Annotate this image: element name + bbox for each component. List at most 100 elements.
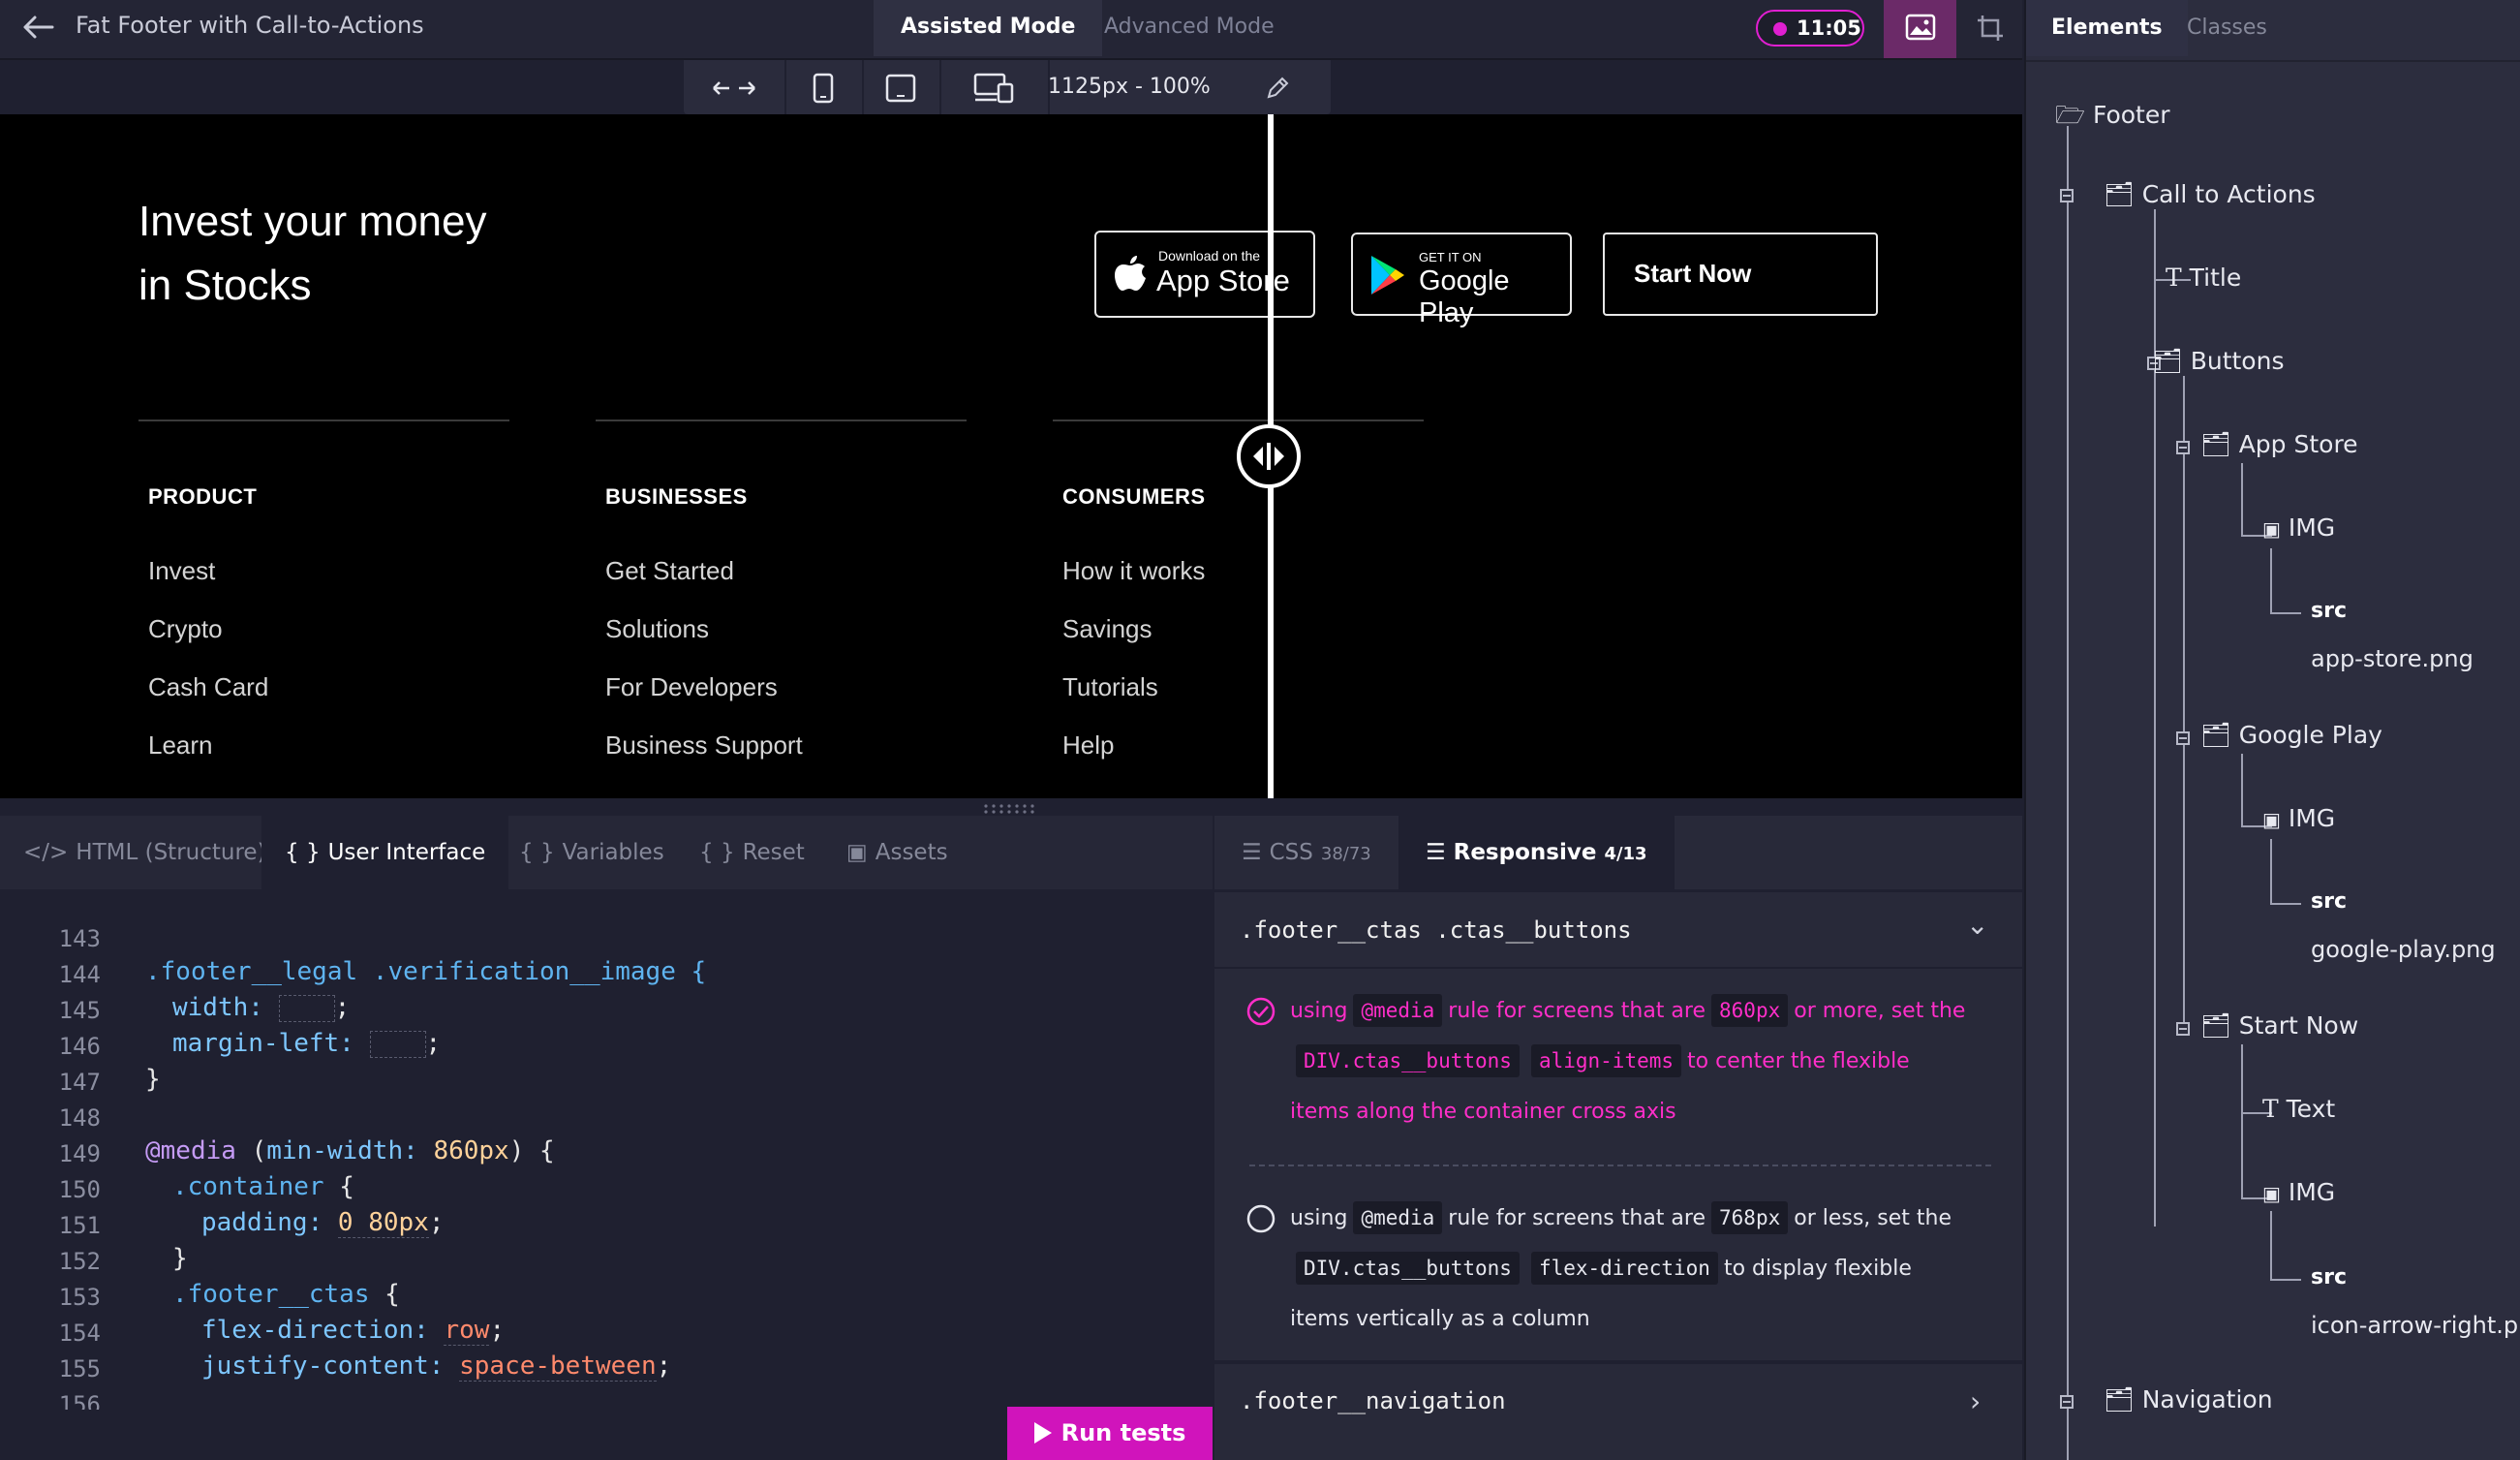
resize-arrows-icon[interactable] xyxy=(684,60,786,114)
footer-link[interactable]: Get Started xyxy=(605,556,734,586)
collapse-toggle[interactable] xyxy=(2176,731,2190,745)
tree-node-label: Google Play xyxy=(2238,721,2382,749)
tab-responsive-tests[interactable]: ☰ Responsive 4/13 xyxy=(1398,816,1675,889)
tree-node-buttons[interactable]: 🗂 Buttons xyxy=(2152,347,2284,376)
code-chip: @media xyxy=(1353,1201,1443,1234)
google-play-small-text: GET IT ON xyxy=(1419,250,1482,264)
test-text: or less, set the xyxy=(1794,1206,1952,1230)
tree-node-label: Buttons xyxy=(2190,347,2285,375)
footer-link[interactable]: Invest xyxy=(148,556,215,586)
line-number: 153 xyxy=(58,1284,101,1311)
responsive-devices-icon[interactable] xyxy=(939,60,1050,114)
line-number: 145 xyxy=(58,997,101,1024)
chevron-right-icon[interactable]: › xyxy=(1970,1385,1981,1417)
rule-group-header[interactable]: .footer__navigation xyxy=(1240,1387,1506,1414)
tab-user-interface[interactable]: { } User Interface xyxy=(261,816,509,889)
pencil-icon[interactable] xyxy=(1265,60,1290,114)
footer-link[interactable]: How it works xyxy=(1062,556,1205,586)
code-icon: </> xyxy=(23,840,69,865)
css-property: min-width: xyxy=(266,1136,418,1165)
back-arrow-icon[interactable] xyxy=(19,8,58,55)
empty-value-slot[interactable] xyxy=(369,1030,426,1058)
collapse-toggle[interactable] xyxy=(2060,1395,2074,1409)
tree-node-call-to-actions[interactable]: 🗂 Call to Actions xyxy=(2104,180,2316,209)
tree-node-img[interactable]: ▣ IMG xyxy=(2262,804,2335,832)
tree-line xyxy=(2270,903,2301,905)
tests-panel: ☰ CSS 38/73 ☰ Responsive 4/13 .footer__ctas … xyxy=(1214,816,2022,1460)
tree-node-label: Title xyxy=(2189,264,2242,292)
elements-sidebar: Elements Classes 🗁 Footer 🗂 Call to Acti… xyxy=(2024,0,2520,1460)
chevron-down-icon[interactable]: ⌄ xyxy=(1966,909,1988,941)
timer-badge: 11:05 xyxy=(1756,10,1864,47)
run-tests-button[interactable]: Run tests xyxy=(1007,1407,1213,1460)
tab-html-structure[interactable]: </> HTML (Structure) xyxy=(0,816,290,889)
crop-button[interactable] xyxy=(1966,0,2014,58)
list-icon: ☰ xyxy=(1242,840,1262,865)
google-play-icon xyxy=(1371,256,1404,295)
collapse-toggle[interactable] xyxy=(2176,441,2190,454)
code-line: .footer__ctas { xyxy=(172,1280,400,1309)
tab-label: CSS xyxy=(1269,840,1313,865)
tab-assisted-mode[interactable]: Assisted Mode xyxy=(874,0,1103,56)
footer-link[interactable]: Help xyxy=(1062,730,1114,761)
footer-link[interactable]: Cash Card xyxy=(148,672,268,702)
attr-value[interactable]: google-play.png xyxy=(2311,936,2496,963)
image-view-button[interactable] xyxy=(1884,0,1956,58)
divider xyxy=(1214,967,2022,969)
tree-node-img[interactable]: ▣ IMG xyxy=(2262,1178,2335,1206)
line-number: 147 xyxy=(58,1069,101,1096)
collapse-toggle[interactable] xyxy=(2060,189,2074,202)
line-number: 148 xyxy=(58,1104,101,1132)
css-property: width: xyxy=(172,993,263,1022)
tree-node-app-store[interactable]: 🗂 App Store xyxy=(2200,430,2358,459)
footer-link[interactable]: Tutorials xyxy=(1062,672,1158,702)
tab-css-tests[interactable]: ☰ CSS 38/73 xyxy=(1214,816,1398,889)
tree-node-label: Start Now xyxy=(2238,1011,2359,1040)
tab-classes[interactable]: Classes xyxy=(2162,0,2292,56)
tablet-icon[interactable] xyxy=(862,60,941,114)
empty-value-slot[interactable] xyxy=(278,994,335,1022)
google-play-button[interactable]: GET IT ON Google Play xyxy=(1351,233,1572,328)
tree-line xyxy=(2270,1211,2272,1281)
footer-link[interactable]: Crypto xyxy=(148,614,223,644)
tab-reset[interactable]: { } Reset xyxy=(676,816,828,889)
tree-line xyxy=(2183,376,2185,1031)
attr-value[interactable]: icon-arrow-right.png xyxy=(2311,1312,2520,1339)
tree-node-img[interactable]: ▣ IMG xyxy=(2262,513,2335,542)
tree-node-google-play[interactable]: 🗂 Google Play xyxy=(2200,721,2382,750)
tab-advanced-mode[interactable]: Advanced Mode xyxy=(1077,0,1302,56)
footer-link[interactable]: Learn xyxy=(148,730,213,761)
line-number: 144 xyxy=(58,961,101,988)
timer-value: 11:05 xyxy=(1797,16,1861,40)
code-chip: DIV.ctas__buttons xyxy=(1296,1252,1520,1285)
tab-variables[interactable]: { } Variables xyxy=(496,816,688,889)
tree-node-start-now[interactable]: 🗂 Start Now xyxy=(2200,1011,2358,1041)
tree-node-text[interactable]: T Text xyxy=(2262,1095,2335,1123)
css-selector: .footer__ctas xyxy=(172,1280,370,1309)
app-store-button[interactable]: Download on the App Store xyxy=(1094,231,1315,318)
footer-link[interactable]: For Developers xyxy=(605,672,778,702)
start-now-button[interactable]: Start Now xyxy=(1603,233,1878,316)
panel-resize-grip[interactable] xyxy=(982,800,1036,814)
code-line: justify-content: space-between; xyxy=(201,1351,671,1382)
resize-handle[interactable] xyxy=(1237,424,1301,488)
viewport-size-label: 1125px - 100% xyxy=(1048,75,1211,99)
phone-icon[interactable] xyxy=(784,60,864,114)
tree-node-footer[interactable]: 🗁 Footer xyxy=(2055,97,2170,139)
tree-node-navigation[interactable]: 🗂 Navigation xyxy=(2104,1385,2273,1414)
tab-assets[interactable]: ▣ Assets xyxy=(823,816,971,889)
rule-group-header[interactable]: .footer__ctas .ctas__buttons xyxy=(1240,916,1632,944)
footer-link[interactable]: Solutions xyxy=(605,614,709,644)
tree-node-title[interactable]: T Title xyxy=(2166,264,2241,292)
divider xyxy=(1214,1360,2022,1364)
footer-link[interactable]: Business Support xyxy=(605,730,803,761)
code-editor[interactable]: 143 144 145 146 147 148 149 150 151 152 … xyxy=(0,925,1177,1410)
tree-line xyxy=(2270,839,2272,905)
attr-value[interactable]: app-store.png xyxy=(2311,645,2474,672)
heading-line-2: in Stocks xyxy=(138,262,312,309)
footer-link[interactable]: Savings xyxy=(1062,614,1152,644)
crop-icon xyxy=(1978,16,2003,41)
collapse-toggle[interactable] xyxy=(2176,1022,2190,1036)
code-line: } xyxy=(145,1065,161,1094)
text-icon: T xyxy=(2262,1095,2279,1123)
